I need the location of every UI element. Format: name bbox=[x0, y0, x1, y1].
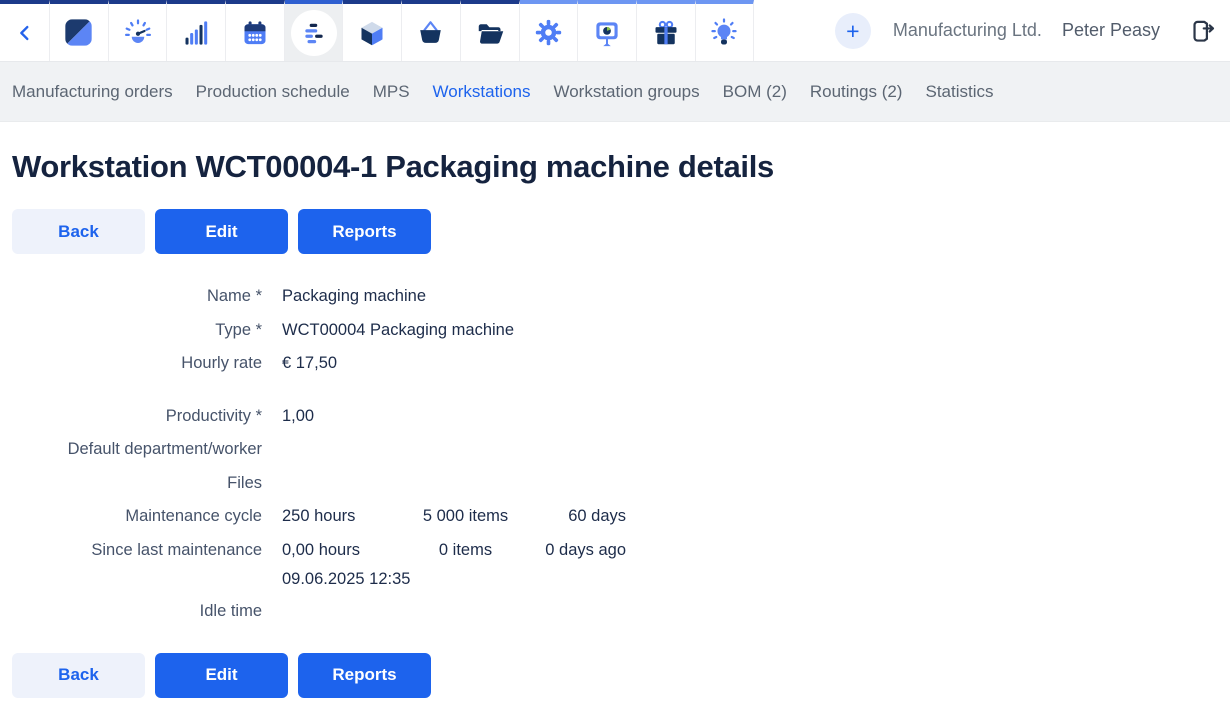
field-row-hourly-rate: Hourly rate € 17,50 bbox=[12, 347, 1218, 381]
logout-icon bbox=[1188, 17, 1216, 45]
add-button[interactable]: + bbox=[835, 13, 871, 49]
tips-tile[interactable] bbox=[696, 0, 755, 61]
reports-button-bottom[interactable]: Reports bbox=[298, 653, 431, 698]
header-right: + Manufacturing Ltd. Peter Peasy bbox=[835, 0, 1230, 61]
page-title: Workstation WCT00004-1 Packaging machine… bbox=[12, 149, 1218, 185]
since-last-maintenance-days: 0 days ago bbox=[519, 534, 626, 568]
tab-mps[interactable]: MPS bbox=[373, 82, 410, 102]
stock-tile[interactable] bbox=[343, 0, 402, 61]
dashboard-tile[interactable] bbox=[50, 0, 109, 61]
tab-manufacturing-orders[interactable]: Manufacturing orders bbox=[12, 82, 173, 102]
field-row-since-last-maintenance: Since last maintenance 0,00 hours 0 item… bbox=[12, 534, 1218, 596]
productivity-label: Productivity * bbox=[12, 407, 262, 426]
maintenance-cycle-days: 60 days bbox=[519, 507, 626, 526]
name-label: Name * bbox=[12, 287, 262, 306]
tab-production-schedule[interactable]: Production schedule bbox=[196, 82, 350, 102]
reports-button[interactable]: Reports bbox=[298, 209, 431, 254]
field-row-idle-time: Idle time bbox=[12, 595, 1218, 629]
tab-workstation-groups[interactable]: Workstation groups bbox=[553, 82, 699, 102]
since-last-maintenance-hours: 0,00 hours bbox=[282, 534, 412, 568]
maintenance-cycle-values: 250 hours 5 000 items 60 days bbox=[282, 507, 626, 526]
user-name[interactable]: Peter Peasy bbox=[1062, 20, 1160, 41]
field-row-maintenance-cycle: Maintenance cycle 250 hours 5 000 items … bbox=[12, 500, 1218, 534]
files-label: Files bbox=[12, 474, 262, 493]
field-row-productivity: Productivity * 1,00 bbox=[12, 400, 1218, 434]
maintenance-cycle-items: 5 000 items bbox=[412, 507, 519, 526]
action-buttons-bottom: Back Edit Reports bbox=[12, 653, 1218, 698]
edit-button-bottom[interactable]: Edit bbox=[155, 653, 288, 698]
bar-chart-icon bbox=[182, 19, 210, 47]
productivity-value: 1,00 bbox=[282, 407, 1218, 426]
tab-statistics[interactable]: Statistics bbox=[925, 82, 993, 102]
folder-icon bbox=[475, 18, 505, 48]
calendar-tile[interactable] bbox=[226, 0, 285, 61]
since-last-maintenance-values: 0,00 hours 0 items 0 days ago 09.06.2025… bbox=[282, 534, 1218, 596]
basket-icon bbox=[416, 18, 445, 47]
production-planning-tile[interactable] bbox=[285, 0, 344, 61]
chevron-left-icon bbox=[14, 22, 36, 44]
gift-icon bbox=[652, 19, 680, 47]
section-tabbar: Manufacturing orders Production schedule… bbox=[0, 62, 1230, 122]
demo-tile[interactable] bbox=[578, 0, 637, 61]
edit-button[interactable]: Edit bbox=[155, 209, 288, 254]
field-row-name: Name * Packaging machine bbox=[12, 280, 1218, 314]
app-logo-icon bbox=[64, 18, 93, 47]
since-last-maintenance-date: 09.06.2025 12:35 bbox=[282, 567, 1218, 591]
tab-routings[interactable]: Routings (2) bbox=[810, 82, 903, 102]
calendar-icon bbox=[241, 19, 269, 47]
company-name[interactable]: Manufacturing Ltd. bbox=[893, 20, 1042, 41]
section-spacer bbox=[12, 381, 1218, 400]
type-label: Type * bbox=[12, 321, 262, 340]
back-button-bottom[interactable]: Back bbox=[12, 653, 145, 698]
gear-icon bbox=[534, 18, 563, 47]
default-department-worker-label: Default department/worker bbox=[12, 440, 262, 459]
back-button[interactable]: Back bbox=[12, 209, 145, 254]
maintenance-cycle-hours: 250 hours bbox=[282, 507, 412, 526]
gantt-icon bbox=[291, 10, 337, 56]
procurement-tile[interactable] bbox=[402, 0, 461, 61]
presentation-icon bbox=[592, 18, 622, 48]
maintenance-cycle-label: Maintenance cycle bbox=[12, 507, 262, 526]
name-value: Packaging machine bbox=[282, 287, 1218, 306]
since-last-maintenance-label: Since last maintenance bbox=[12, 534, 262, 568]
top-toolbar: + Manufacturing Ltd. Peter Peasy bbox=[0, 0, 1230, 62]
gauge-icon bbox=[123, 18, 153, 48]
nav-back-tile[interactable] bbox=[0, 0, 50, 61]
cube-icon bbox=[358, 19, 386, 47]
type-value: WCT00004 Packaging machine bbox=[282, 321, 1218, 340]
field-row-default-department-worker: Default department/worker bbox=[12, 433, 1218, 467]
statistics-tile[interactable] bbox=[167, 0, 226, 61]
details-form: Name * Packaging machine Type * WCT00004… bbox=[12, 280, 1218, 629]
tab-workstations[interactable]: Workstations bbox=[433, 82, 531, 102]
since-last-maintenance-items: 0 items bbox=[412, 534, 519, 568]
logout-button[interactable] bbox=[1188, 17, 1216, 45]
workstation-details-page: Workstation WCT00004-1 Packaging machine… bbox=[0, 149, 1230, 698]
documents-tile[interactable] bbox=[461, 0, 520, 61]
idle-time-label: Idle time bbox=[12, 602, 262, 621]
field-row-type: Type * WCT00004 Packaging machine bbox=[12, 314, 1218, 348]
hourly-rate-label: Hourly rate bbox=[12, 354, 262, 373]
tab-bom[interactable]: BOM (2) bbox=[723, 82, 787, 102]
settings-tile[interactable] bbox=[520, 0, 579, 61]
action-buttons-top: Back Edit Reports bbox=[12, 209, 1218, 254]
field-row-files: Files bbox=[12, 467, 1218, 501]
hourly-rate-value: € 17,50 bbox=[282, 354, 1218, 373]
gifts-tile[interactable] bbox=[637, 0, 696, 61]
lightbulb-icon bbox=[709, 18, 739, 48]
crm-tile[interactable] bbox=[109, 0, 168, 61]
